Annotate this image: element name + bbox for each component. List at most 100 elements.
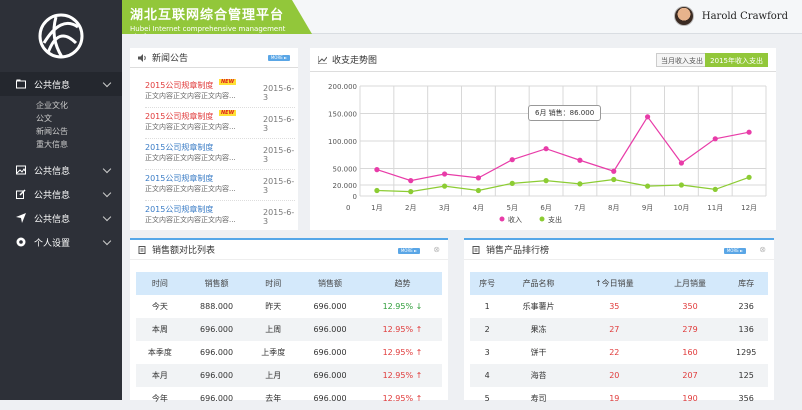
column-header: 上月销量 bbox=[655, 272, 725, 295]
sales-compare-table: 时间 销售额 时间 销售额 趋势 今天 888.000 昨天 696.000 12.95… bbox=[136, 272, 442, 410]
table-row[interactable]: 1 乐事薯片 35 350 236 bbox=[470, 295, 768, 318]
product-rank-body: 1 乐事薯片 35 350 236 2 果冻 27 279 136 3 饼干 22 160 1295 4 海苔 2… bbox=[470, 295, 768, 410]
sidebar-item-public-info-4[interactable]: 公共信息 bbox=[0, 206, 122, 230]
product-rank-header: 销售产品排行榜 MORE ► ⊗ bbox=[464, 240, 774, 260]
data-point bbox=[441, 183, 448, 189]
submenu-item-documents[interactable]: 公文 bbox=[36, 113, 122, 126]
news-item-title[interactable]: 2015公司规章制度 bbox=[145, 173, 213, 184]
table-cell: 696.000 bbox=[313, 394, 347, 403]
news-item[interactable]: 2015公司规章制度 NEW 正文内容正文内容正文内容... 2015-6-3 bbox=[145, 78, 295, 108]
table-row[interactable]: 本季度 696.000 上季度 696.000 12.95% ↑ bbox=[136, 341, 442, 364]
data-point bbox=[475, 187, 482, 194]
column-header: 库存 bbox=[724, 272, 768, 295]
user-menu[interactable]: Harold Crawford bbox=[673, 6, 788, 26]
data-point bbox=[678, 160, 685, 166]
data-point bbox=[509, 157, 515, 163]
table-cell: 本周 bbox=[136, 318, 184, 341]
column-header-sortable[interactable]: ↑今日销量 bbox=[572, 272, 656, 295]
document-icon bbox=[138, 245, 146, 254]
news-item-title[interactable]: 2015公司规章制度 bbox=[145, 204, 213, 215]
table-cell: 696.000 bbox=[183, 318, 250, 341]
data-point bbox=[577, 181, 583, 187]
table-cell: 696.000 bbox=[313, 302, 347, 311]
chevron-down-icon bbox=[102, 78, 112, 88]
sort-up-icon: ↑ bbox=[594, 279, 602, 288]
trend-value: 12.95% bbox=[382, 348, 414, 357]
table-row[interactable]: 今年 696.000 去年 696.000 12.95% ↑ bbox=[136, 387, 442, 410]
table-row[interactable]: 5 寿司 19 190 356 bbox=[470, 387, 768, 410]
table-cell: 279 bbox=[655, 318, 725, 341]
news-item[interactable]: 2015公司规章制度 正文内容正文内容正文内容... 2015-6-3 bbox=[145, 202, 295, 232]
tab-monthly[interactable]: 当月收入支出 bbox=[656, 53, 708, 67]
table-cell: 2 bbox=[470, 318, 505, 341]
submenu-item-news[interactable]: 新闻公告 bbox=[36, 126, 122, 139]
column-header: 时间 bbox=[136, 272, 184, 295]
news-item-title[interactable]: 2015公司规章制度 bbox=[145, 80, 213, 91]
x-tick-label: 1月 bbox=[371, 204, 382, 212]
close-icon[interactable]: ⊗ bbox=[759, 245, 766, 254]
sales-compare-panel: 销售额对比列表 MORE ► ⊗ 时间 销售额 时间 销售额 趋势 今天 888.… bbox=[130, 238, 448, 403]
table-row[interactable]: 今天 888.000 昨天 696.000 12.95% ↓ bbox=[136, 295, 442, 318]
edit-icon bbox=[16, 189, 26, 199]
sidebar-item-label: 公共信息 bbox=[34, 80, 71, 91]
table-cell: 上季度 bbox=[261, 348, 286, 357]
sidebar-item-public-info-1[interactable]: 公共信息 bbox=[0, 72, 122, 96]
product-rank-panel: 销售产品排行榜 MORE ► ⊗ 序号 产品名称 ↑今日销量 上月销量 库存 1… bbox=[464, 238, 774, 403]
legend-marker bbox=[539, 216, 545, 222]
news-item-summary: 正文内容正文内容正文内容... bbox=[145, 92, 236, 100]
sidebar-item-label: 公共信息 bbox=[34, 166, 71, 177]
table-header-row: 序号 产品名称 ↑今日销量 上月销量 库存 bbox=[470, 272, 768, 295]
product-rank-table: 序号 产品名称 ↑今日销量 上月销量 库存 1 乐事薯片 35 350 236 2 果冻 27… bbox=[470, 272, 768, 410]
table-cell: 696.000 bbox=[313, 348, 347, 357]
table-cell: 696.000 bbox=[297, 318, 363, 341]
table-row[interactable]: 4 海苔 20 207 125 bbox=[470, 364, 768, 387]
column-header: 序号 bbox=[470, 272, 505, 295]
tab-yearly[interactable]: 2015年收入支出 bbox=[705, 53, 768, 67]
user-name[interactable]: Harold Crawford bbox=[702, 11, 788, 22]
table-row[interactable]: 2 果冻 27 279 136 bbox=[470, 318, 768, 341]
table-cell: 696.000 bbox=[297, 364, 363, 387]
gear-icon bbox=[16, 237, 26, 247]
sidebar-submenu: 企业文化 公文 新闻公告 重大信息 bbox=[0, 96, 122, 158]
trend-cell: 12.95% ↓ bbox=[363, 295, 442, 318]
news-item[interactable]: 2015公司规章制度 正文内容正文内容正文内容... 2015-6-3 bbox=[145, 140, 295, 170]
news-item[interactable]: 2015公司规章制度 正文内容正文内容正文内容... 2015-6-3 bbox=[145, 171, 295, 201]
close-icon[interactable]: ⊗ bbox=[433, 245, 440, 254]
sidebar-item-personal-settings[interactable]: 个人设置 bbox=[0, 230, 122, 254]
column-header: 趋势 bbox=[362, 272, 442, 295]
news-item[interactable]: 2015公司规章制度 NEW 正文内容正文内容正文内容... 2015-6-3 bbox=[145, 109, 295, 139]
data-point bbox=[678, 182, 685, 188]
table-cell: 上周 bbox=[249, 318, 298, 341]
arrow-up-icon: ↑ bbox=[413, 371, 423, 380]
news-item-title[interactable]: 2015公司规章制度 bbox=[145, 111, 213, 122]
column-header: 销售额 bbox=[297, 272, 363, 295]
sidebar-item-public-info-2[interactable]: 公共信息 bbox=[0, 158, 122, 182]
brand-banner: 湖北互联网综合管理平台 Hubei Internet comprehensive… bbox=[122, 0, 312, 34]
table-row[interactable]: 本周 696.000 上周 696.000 12.95% ↑ bbox=[136, 318, 442, 341]
chart-tooltip-text: 6月 销售：86.000 bbox=[535, 109, 595, 117]
table-cell: 160 bbox=[682, 348, 698, 357]
table-row[interactable]: 3 饼干 22 160 1295 bbox=[470, 341, 768, 364]
submenu-item-culture[interactable]: 企业文化 bbox=[36, 100, 122, 113]
more-button[interactable]: MORE ► bbox=[268, 55, 290, 61]
data-point bbox=[746, 129, 752, 135]
sales-compare-body: 今天 888.000 昨天 696.000 12.95% ↓ 本周 696.000 上周 696… bbox=[136, 295, 442, 410]
submenu-item-major-info[interactable]: 重大信息 bbox=[36, 139, 122, 152]
data-point bbox=[746, 174, 752, 180]
top-header: 湖北互联网综合管理平台 Hubei Internet comprehensive… bbox=[122, 0, 802, 34]
arrow-up-icon: ↑ bbox=[413, 394, 423, 403]
table-cell: 1295 bbox=[735, 348, 757, 357]
news-item-title[interactable]: 2015公司规章制度 bbox=[145, 142, 213, 153]
more-button[interactable]: MORE ► bbox=[398, 248, 420, 254]
news-panel-header: 新闻公告 MORE ► bbox=[130, 48, 298, 68]
table-row[interactable]: 本月 696.000 上月 696.000 12.95% ↑ bbox=[136, 364, 442, 387]
data-point bbox=[543, 178, 549, 184]
sidebar-item-public-info-3[interactable]: 公共信息 bbox=[0, 182, 122, 206]
column-header: 销售额 bbox=[183, 272, 250, 295]
more-button[interactable]: MORE ► bbox=[724, 248, 746, 254]
data-point bbox=[408, 189, 414, 195]
trend-cell: 12.95% ↑ bbox=[363, 387, 442, 410]
news-item-summary: 正文内容正文内容正文内容... bbox=[145, 154, 236, 162]
x-tick-label: 4月 bbox=[473, 204, 484, 212]
avatar[interactable] bbox=[673, 6, 694, 26]
